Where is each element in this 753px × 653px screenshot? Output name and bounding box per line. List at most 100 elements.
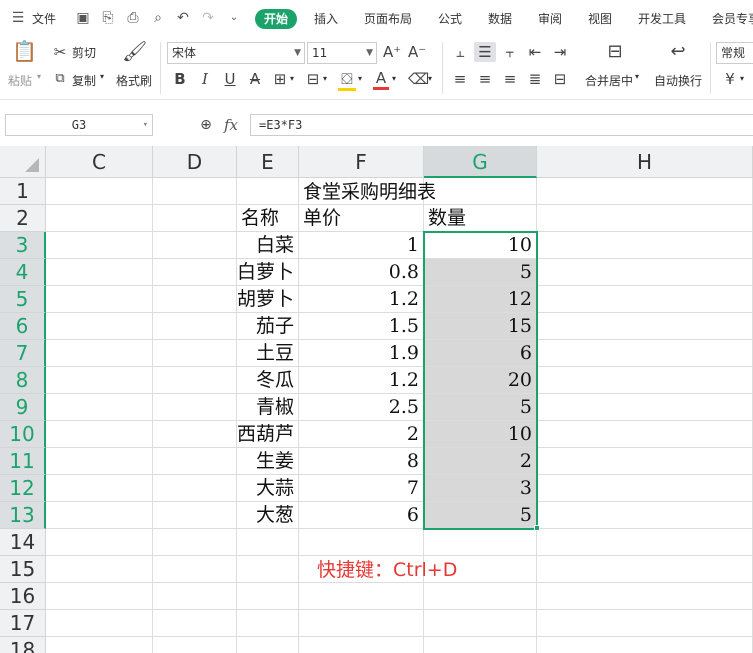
cell-d14[interactable] — [153, 529, 237, 556]
border-icon[interactable]: ⊞ — [272, 70, 288, 88]
cell-c18[interactable] — [46, 637, 153, 653]
increase-indent-icon[interactable]: ⇥ — [552, 43, 568, 61]
cell-h4[interactable] — [537, 259, 753, 286]
row-header-8[interactable]: 8 — [0, 367, 46, 394]
increase-font-icon[interactable]: A⁺ — [383, 43, 401, 61]
cell-f11[interactable]: 8 — [299, 448, 424, 475]
wrap-text-icon[interactable]: ↩ — [667, 43, 689, 61]
italic-button[interactable]: I — [197, 70, 213, 88]
tab-view[interactable]: 视图 — [588, 10, 612, 27]
cell-f13[interactable]: 6 — [299, 502, 424, 529]
paste-icon[interactable]: 📋 — [12, 41, 37, 61]
cell-f17[interactable] — [299, 610, 424, 637]
tab-developer[interactable]: 开发工具 — [638, 10, 686, 27]
cell-g6[interactable]: 15 — [424, 313, 537, 340]
cell-e17[interactable] — [237, 610, 299, 637]
cell-g17[interactable] — [424, 610, 537, 637]
cell-g18[interactable] — [424, 637, 537, 653]
cell-e16[interactable] — [237, 583, 299, 610]
copy-button[interactable]: 复制 — [72, 72, 96, 89]
cell-g4[interactable]: 5 — [424, 259, 537, 286]
number-format-select[interactable]: 常规 — [716, 42, 753, 64]
cell-d15[interactable] — [153, 556, 237, 583]
cell-e2[interactable]: 名称 — [237, 205, 299, 232]
wrap-text-button[interactable]: 自动换行 — [654, 72, 702, 89]
cell-h3[interactable] — [537, 232, 753, 259]
save-icon[interactable]: ▣ — [75, 10, 91, 26]
cell-h16[interactable] — [537, 583, 753, 610]
cell-f6[interactable]: 1.5 — [299, 313, 424, 340]
clear-dropdown-icon[interactable]: ▾ — [428, 74, 432, 83]
cell-c16[interactable] — [46, 583, 153, 610]
font-color-dropdown-icon[interactable]: ▾ — [392, 74, 396, 83]
name-box[interactable]: G3 ▾ — [5, 114, 153, 136]
cell-e8[interactable]: 冬瓜 — [237, 367, 299, 394]
undo-icon[interactable]: ↶ — [175, 10, 191, 26]
cell-e9[interactable]: 青椒 — [237, 394, 299, 421]
cell-c4[interactable] — [46, 259, 153, 286]
file-menu[interactable]: 文件 — [32, 10, 56, 27]
column-header-h[interactable]: H — [537, 146, 753, 178]
tab-page-layout[interactable]: 页面布局 — [364, 10, 412, 27]
cell-h5[interactable] — [537, 286, 753, 313]
merge-dropdown-icon[interactable]: ▾ — [635, 72, 639, 81]
format-painter-button[interactable]: 格式刷 — [116, 72, 152, 89]
cell-d10[interactable] — [153, 421, 237, 448]
cell-f10[interactable]: 2 — [299, 421, 424, 448]
cell-c13[interactable] — [46, 502, 153, 529]
cell-f3[interactable]: 1 — [299, 232, 424, 259]
cell-f12[interactable]: 7 — [299, 475, 424, 502]
column-header-f[interactable]: F — [299, 146, 424, 178]
column-header-e[interactable]: E — [237, 146, 299, 178]
tab-data[interactable]: 数据 — [488, 10, 512, 27]
cell-d16[interactable] — [153, 583, 237, 610]
tab-review[interactable]: 审阅 — [538, 10, 562, 27]
cell-c11[interactable] — [46, 448, 153, 475]
zoom-search-icon[interactable]: ⊕ — [198, 116, 214, 134]
cell-c7[interactable] — [46, 340, 153, 367]
cut-button[interactable]: 剪切 — [72, 44, 96, 61]
align-bottom-icon[interactable]: ⫟ — [502, 43, 518, 61]
font-size-select[interactable]: 11 ▼ — [307, 42, 377, 64]
row-header-9[interactable]: 9 — [0, 394, 46, 421]
decrease-indent-icon[interactable]: ⇤ — [527, 43, 543, 61]
row-header-17[interactable]: 17 — [0, 610, 46, 637]
cell-f5[interactable]: 1.2 — [299, 286, 424, 313]
align-right-icon[interactable]: ≡ — [502, 70, 518, 88]
decrease-font-icon[interactable]: A⁻ — [408, 43, 426, 61]
cell-g12[interactable]: 3 — [424, 475, 537, 502]
cell-g1[interactable] — [424, 178, 537, 205]
row-header-14[interactable]: 14 — [0, 529, 46, 556]
cell-h7[interactable] — [537, 340, 753, 367]
row-header-16[interactable]: 16 — [0, 583, 46, 610]
cell-e6[interactable]: 茄子 — [237, 313, 299, 340]
cell-d18[interactable] — [153, 637, 237, 653]
border-dropdown-icon[interactable]: ▾ — [290, 74, 294, 83]
eraser-icon[interactable]: ⌫ — [408, 70, 429, 88]
format-painter-icon[interactable]: 🖌 — [122, 41, 147, 61]
row-header-15[interactable]: 15 — [0, 556, 46, 583]
font-name-select[interactable]: 宋体 ▼ — [167, 42, 305, 64]
tab-member[interactable]: 会员专享 — [712, 10, 753, 27]
cell-c6[interactable] — [46, 313, 153, 340]
cell-h6[interactable] — [537, 313, 753, 340]
hamburger-menu-icon[interactable]: ☰ — [10, 10, 26, 26]
cell-d13[interactable] — [153, 502, 237, 529]
select-all-corner[interactable] — [0, 146, 46, 178]
row-header-7[interactable]: 7 — [0, 340, 46, 367]
cell-c14[interactable] — [46, 529, 153, 556]
cell-g13[interactable]: 5 — [424, 502, 537, 529]
cell-c12[interactable] — [46, 475, 153, 502]
cell-h13[interactable] — [537, 502, 753, 529]
cell-style-icon[interactable]: ⊟ — [305, 70, 321, 88]
column-header-c[interactable]: C — [46, 146, 153, 178]
cell-e13[interactable]: 大葱 — [237, 502, 299, 529]
fill-color-icon[interactable]: ⛋ — [338, 70, 356, 91]
cell-c2[interactable] — [46, 205, 153, 232]
cell-c1[interactable] — [46, 178, 153, 205]
cell-h1[interactable] — [537, 178, 753, 205]
cell-c9[interactable] — [46, 394, 153, 421]
cell-f9[interactable]: 2.5 — [299, 394, 424, 421]
merge-center-icon[interactable]: ⊟ — [604, 43, 626, 61]
cell-c5[interactable] — [46, 286, 153, 313]
